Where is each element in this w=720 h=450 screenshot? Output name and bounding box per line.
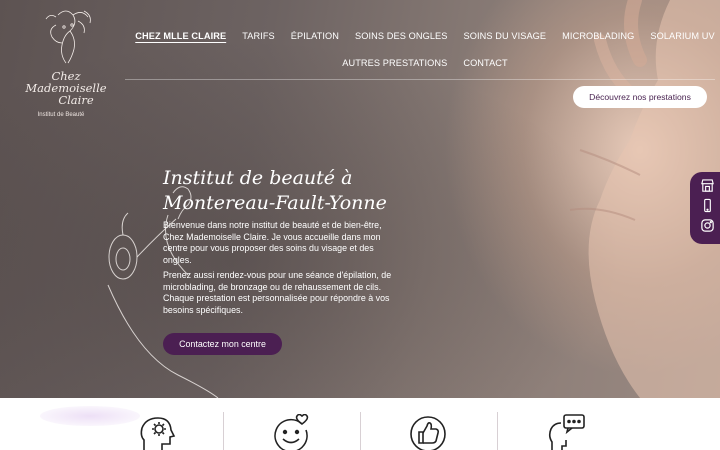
feature-divider (360, 412, 361, 450)
nav-divider (125, 79, 715, 80)
nav-item-soins-du-visage[interactable]: SOINS DU VISAGE (455, 31, 554, 41)
features-strip (0, 398, 720, 450)
nav-item-contact[interactable]: CONTACT (455, 58, 515, 68)
nav-item-soins-des-ongles[interactable]: SOINS DES ONGLES (347, 31, 455, 41)
nav-item-epilation[interactable]: ÉPILATION (283, 31, 347, 41)
nav-item-chez-mlle-claire[interactable]: CHEZ MLLE CLAIRE (127, 31, 234, 41)
feature-divider (497, 412, 498, 450)
storefront-icon[interactable] (700, 178, 715, 198)
discover-services-button[interactable]: Découvrez nos prestations (573, 86, 707, 108)
hero-section: Chez Mademoiselle Claire Institut de Bea… (0, 0, 720, 398)
hero-paragraph-2: Prenez aussi rendez-vous pour une séance… (163, 270, 392, 315)
decorative-blob (40, 406, 140, 426)
main-nav: CHEZ MLLE CLAIRE TARIFS ÉPILATION SOINS … (135, 22, 714, 76)
feature-divider (223, 412, 224, 450)
instagram-icon[interactable] (700, 218, 715, 238)
nav-item-microblading[interactable]: MICROBLADING (554, 31, 642, 41)
smiley-heart-icon (274, 414, 309, 450)
nav-row-2: AUTRES PRESTATIONS CONTACT (140, 49, 710, 76)
hero-title: Institut de beauté à Montereau-Fault-Yon… (163, 166, 423, 216)
nav-item-tarifs[interactable]: TARIFS (234, 31, 283, 41)
nav-item-autres-prestations[interactable]: AUTRES PRESTATIONS (334, 58, 455, 68)
contact-center-button[interactable]: Contactez mon centre (163, 333, 282, 355)
hero-title-line2: Montereau-Fault-Yonne (163, 192, 387, 214)
head-gear-icon (140, 417, 176, 450)
mobile-phone-icon[interactable] (700, 198, 715, 218)
hero-title-line1: Institut de beauté à (163, 167, 353, 189)
nav-row-1: CHEZ MLLE CLAIRE TARIFS ÉPILATION SOINS … (135, 22, 714, 49)
logo-name-line1: Chez Mademoiselle (25, 69, 107, 95)
hero-paragraph-1: Bienvenue dans notre institut de beauté … (163, 220, 382, 265)
speech-bubble-head-icon (548, 414, 585, 450)
logo-tagline: Institut de Beauté (37, 112, 85, 118)
nav-item-solarium-uv[interactable]: SOLARIUM UV (642, 31, 720, 41)
social-side-tab (690, 172, 720, 244)
logo-name-line2: Claire (58, 93, 94, 107)
logo-text: Chez Mademoiselle Claire (18, 70, 114, 106)
thumbs-up-icon (410, 416, 446, 450)
